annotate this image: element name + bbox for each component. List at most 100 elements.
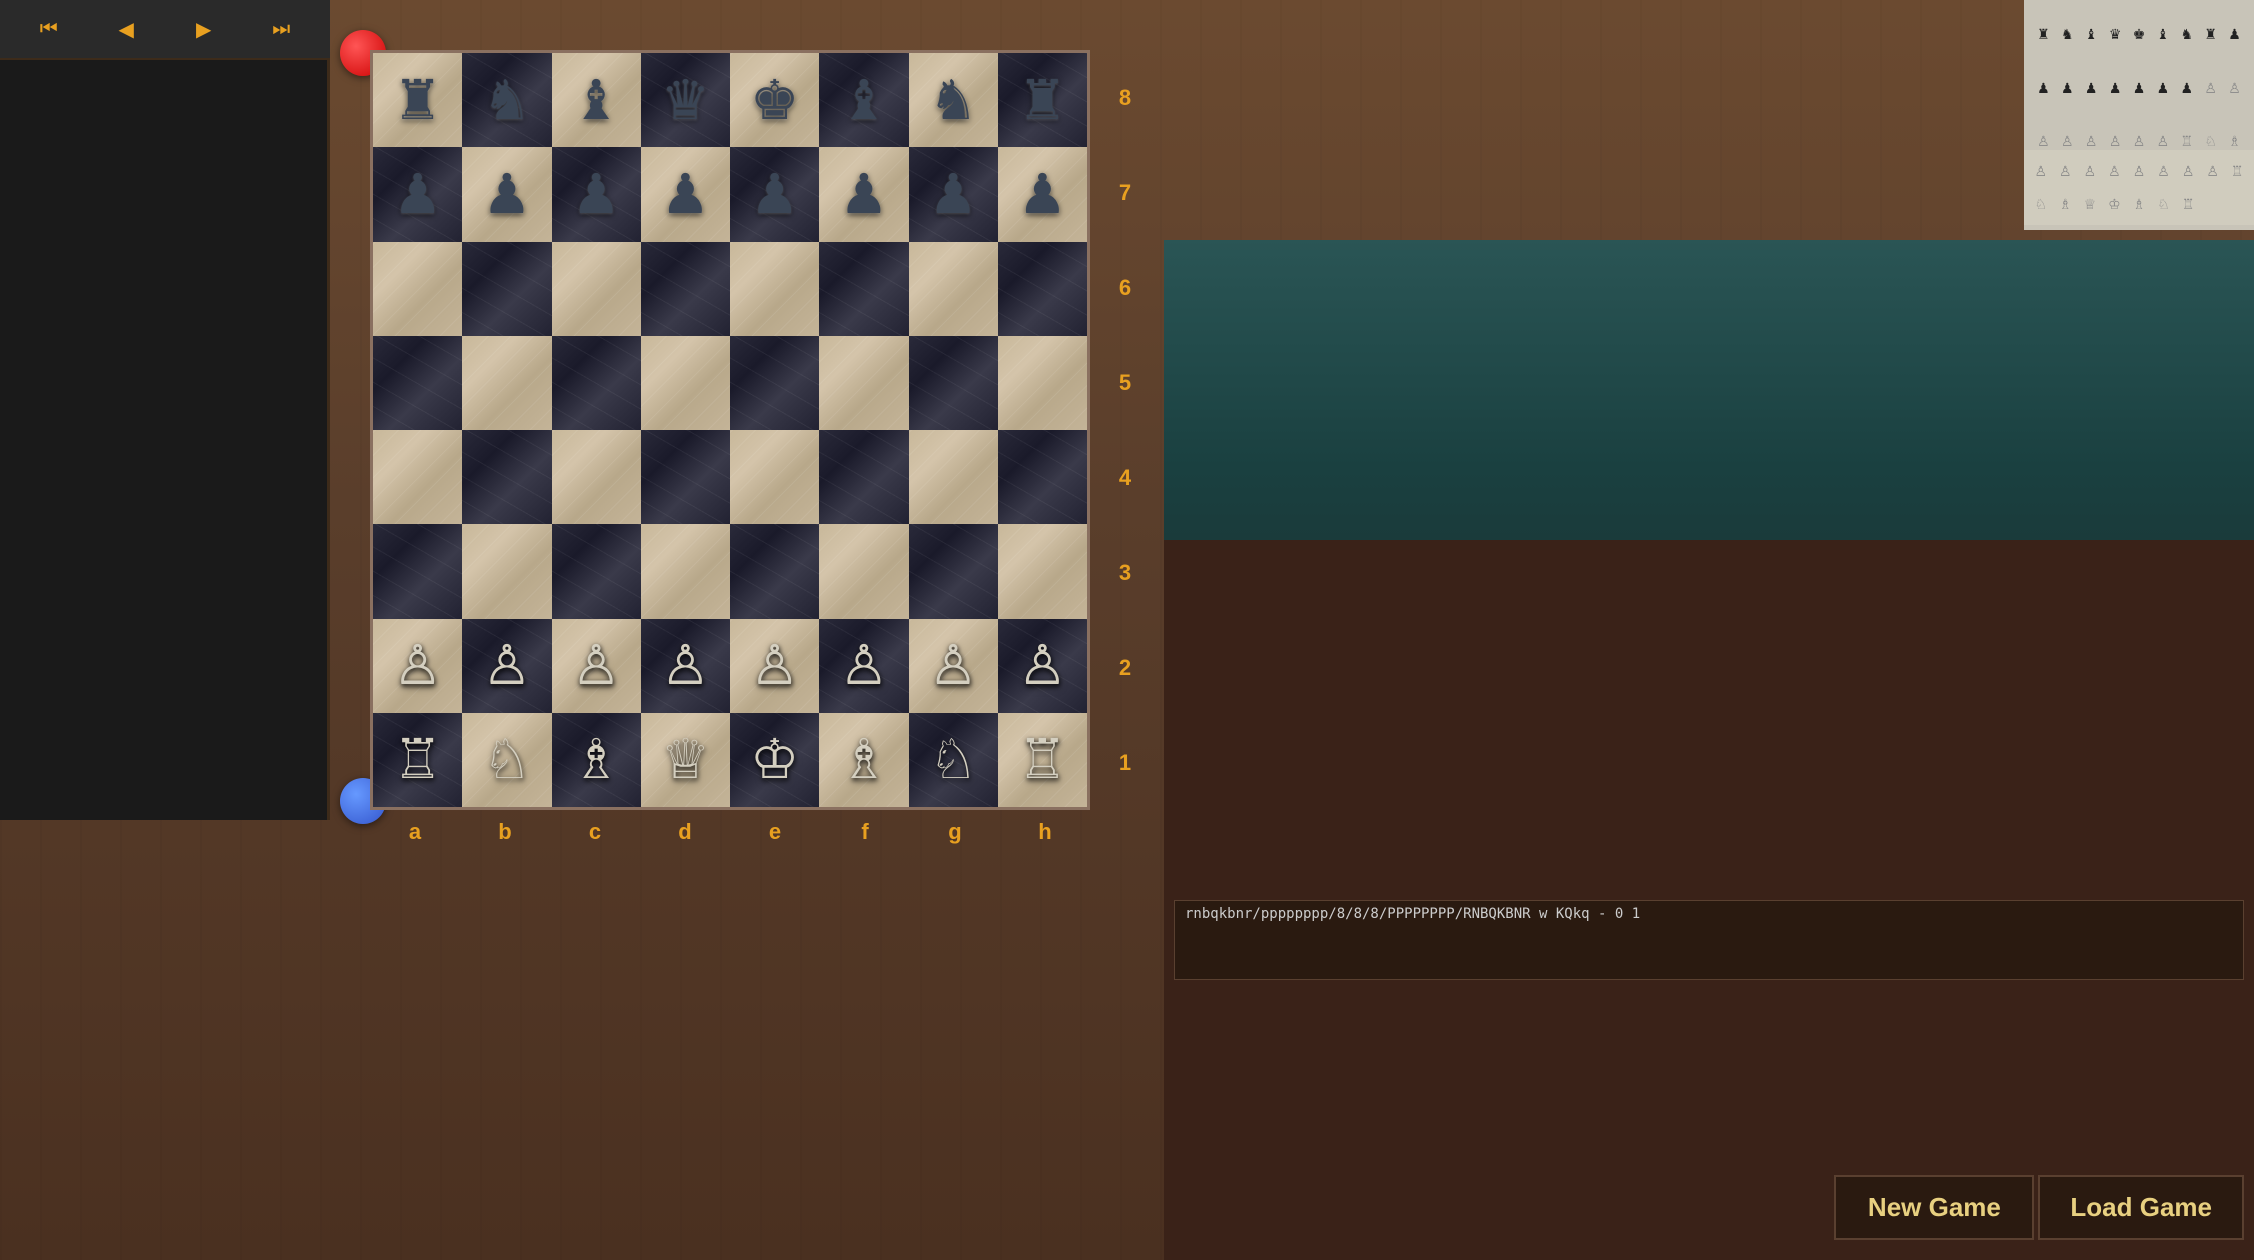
selector-piece-white-0[interactable]: ♙	[2029, 155, 2053, 187]
selector-piece-white-13[interactable]: ♗	[2127, 188, 2151, 220]
selector-piece-9[interactable]: ♟	[2032, 62, 2055, 115]
selector-piece-7[interactable]: ♜	[2199, 8, 2222, 61]
square-d1[interactable]: ♕	[641, 713, 730, 807]
square-a1[interactable]: ♖	[373, 713, 462, 807]
square-d7[interactable]: ♟	[641, 147, 730, 241]
square-h3[interactable]	[998, 524, 1087, 618]
selector-piece-white-2[interactable]: ♙	[2078, 155, 2102, 187]
square-g5[interactable]	[909, 336, 998, 430]
square-g6[interactable]	[909, 242, 998, 336]
selector-piece-white-8[interactable]: ♖	[2225, 155, 2249, 187]
chess-board[interactable]: ♜♞♝♛♚♝♞♜♟♟♟♟♟♟♟♟♙♙♙♙♙♙♙♙♖♘♗♕♔♗♘♖	[370, 50, 1090, 810]
square-g3[interactable]	[909, 524, 998, 618]
square-c2[interactable]: ♙	[552, 619, 641, 713]
square-b7[interactable]: ♟	[462, 147, 551, 241]
selector-piece-5[interactable]: ♝	[2151, 8, 2174, 61]
square-e7[interactable]: ♟	[730, 147, 819, 241]
square-c5[interactable]	[552, 336, 641, 430]
selector-piece-white-5[interactable]: ♙	[2152, 155, 2176, 187]
square-e4[interactable]	[730, 430, 819, 524]
selector-piece-17[interactable]: ♙	[2223, 62, 2246, 115]
square-f2[interactable]: ♙	[819, 619, 908, 713]
selector-piece-white-6[interactable]: ♙	[2176, 155, 2200, 187]
selector-piece-white-4[interactable]: ♙	[2127, 155, 2151, 187]
selector-piece-white-14[interactable]: ♘	[2152, 188, 2176, 220]
square-b2[interactable]: ♙	[462, 619, 551, 713]
square-f3[interactable]	[819, 524, 908, 618]
square-d2[interactable]: ♙	[641, 619, 730, 713]
square-c1[interactable]: ♗	[552, 713, 641, 807]
fen-display[interactable]: rnbqkbnr/pppppppp/8/8/8/PPPPPPPP/RNBQKBN…	[1174, 900, 2244, 980]
selector-piece-white-15[interactable]: ♖	[2176, 188, 2200, 220]
square-f4[interactable]	[819, 430, 908, 524]
square-f8[interactable]: ♝	[819, 53, 908, 147]
selector-piece-1[interactable]: ♞	[2056, 8, 2079, 61]
selector-piece-11[interactable]: ♟	[2080, 62, 2103, 115]
square-e3[interactable]	[730, 524, 819, 618]
selector-piece-3[interactable]: ♛	[2104, 8, 2127, 61]
square-h7[interactable]: ♟	[998, 147, 1087, 241]
selector-piece-white-1[interactable]: ♙	[2054, 155, 2078, 187]
square-g4[interactable]	[909, 430, 998, 524]
load-game-button[interactable]: Load Game	[2038, 1175, 2244, 1240]
square-h5[interactable]	[998, 336, 1087, 430]
selector-piece-white-10[interactable]: ♗	[2054, 188, 2078, 220]
square-b8[interactable]: ♞	[462, 53, 551, 147]
square-a8[interactable]: ♜	[373, 53, 462, 147]
new-game-button[interactable]: New Game	[1834, 1175, 2034, 1240]
square-c4[interactable]	[552, 430, 641, 524]
square-d8[interactable]: ♛	[641, 53, 730, 147]
selector-piece-white-3[interactable]: ♙	[2103, 155, 2127, 187]
square-h6[interactable]	[998, 242, 1087, 336]
square-f7[interactable]: ♟	[819, 147, 908, 241]
selector-piece-6[interactable]: ♞	[2175, 8, 2198, 61]
selector-piece-white-7[interactable]: ♙	[2201, 155, 2225, 187]
skip-back-button[interactable]: ⏮	[24, 9, 74, 49]
square-a7[interactable]: ♟	[373, 147, 462, 241]
square-a2[interactable]: ♙	[373, 619, 462, 713]
square-c6[interactable]	[552, 242, 641, 336]
square-c7[interactable]: ♟	[552, 147, 641, 241]
square-f5[interactable]	[819, 336, 908, 430]
selector-piece-4[interactable]: ♚	[2128, 8, 2151, 61]
square-a6[interactable]	[373, 242, 462, 336]
square-d3[interactable]	[641, 524, 730, 618]
square-f1[interactable]: ♗	[819, 713, 908, 807]
square-g8[interactable]: ♞	[909, 53, 998, 147]
square-d6[interactable]	[641, 242, 730, 336]
square-g2[interactable]: ♙	[909, 619, 998, 713]
square-e1[interactable]: ♔	[730, 713, 819, 807]
selector-piece-10[interactable]: ♟	[2056, 62, 2079, 115]
square-e6[interactable]	[730, 242, 819, 336]
selector-piece-15[interactable]: ♟	[2175, 62, 2198, 115]
square-c3[interactable]	[552, 524, 641, 618]
selector-piece-13[interactable]: ♟	[2128, 62, 2151, 115]
square-d4[interactable]	[641, 430, 730, 524]
square-h1[interactable]: ♖	[998, 713, 1087, 807]
square-b5[interactable]	[462, 336, 551, 430]
square-h4[interactable]	[998, 430, 1087, 524]
square-e2[interactable]: ♙	[730, 619, 819, 713]
selector-piece-16[interactable]: ♙	[2199, 62, 2222, 115]
square-e5[interactable]	[730, 336, 819, 430]
square-d5[interactable]	[641, 336, 730, 430]
square-a3[interactable]	[373, 524, 462, 618]
square-a4[interactable]	[373, 430, 462, 524]
selector-piece-white-11[interactable]: ♕	[2078, 188, 2102, 220]
square-h8[interactable]: ♜	[998, 53, 1087, 147]
selector-piece-white-9[interactable]: ♘	[2029, 188, 2053, 220]
square-b4[interactable]	[462, 430, 551, 524]
square-g1[interactable]: ♘	[909, 713, 998, 807]
selector-piece-8[interactable]: ♟	[2223, 8, 2246, 61]
square-h2[interactable]: ♙	[998, 619, 1087, 713]
selector-piece-white-12[interactable]: ♔	[2103, 188, 2127, 220]
next-button[interactable]: ▶	[179, 9, 229, 49]
selector-piece-0[interactable]: ♜	[2032, 8, 2055, 61]
square-f6[interactable]	[819, 242, 908, 336]
square-c8[interactable]: ♝	[552, 53, 641, 147]
skip-forward-button[interactable]: ⏭	[256, 9, 306, 49]
square-b1[interactable]: ♘	[462, 713, 551, 807]
selector-piece-2[interactable]: ♝	[2080, 8, 2103, 61]
selector-piece-14[interactable]: ♟	[2151, 62, 2174, 115]
square-g7[interactable]: ♟	[909, 147, 998, 241]
